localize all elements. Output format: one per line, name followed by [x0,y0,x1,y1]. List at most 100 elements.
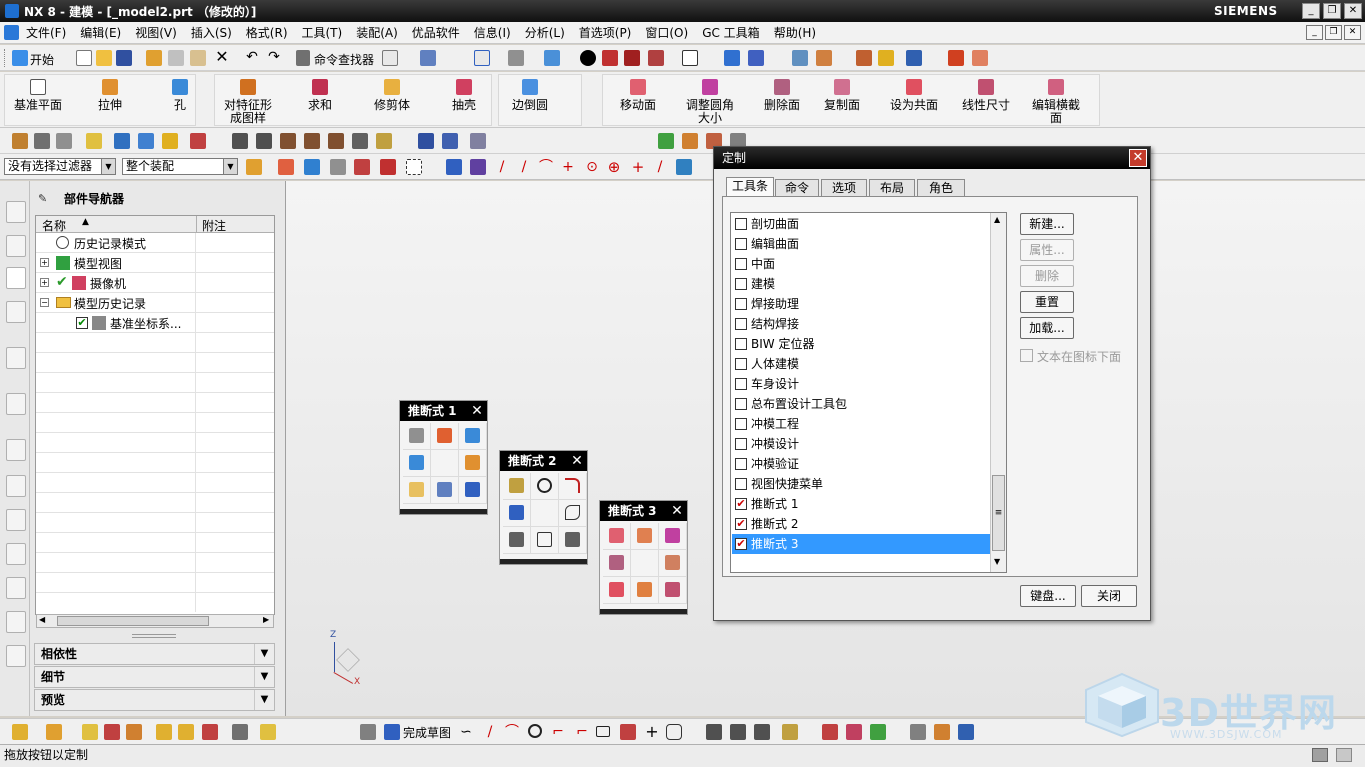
palette-cell[interactable] [603,550,631,577]
column-name[interactable]: 名称 [42,217,66,234]
geometric-constraint-icon[interactable] [846,724,862,740]
palette-cell[interactable] [659,550,687,577]
reposition-icon[interactable] [104,724,120,740]
protractor-icon[interactable] [972,50,988,66]
system-materials-icon[interactable] [6,509,26,531]
copy-face-button[interactable]: 复制面 [820,77,864,112]
link-icon[interactable] [178,724,194,740]
table-row[interactable] [36,253,274,273]
select-all-icon[interactable] [330,159,346,175]
dialog-title[interactable]: 定制 [714,147,1150,169]
list-item[interactable]: 人体建模 [732,354,990,374]
check-tool-icon[interactable] [658,133,674,149]
polygon-icon[interactable] [620,724,636,740]
filter-icon[interactable] [470,133,486,149]
expand-icon[interactable]: + [40,278,49,287]
palette-cell[interactable] [631,577,659,604]
list-item[interactable]: 剖切曲面 [732,214,990,234]
chamfer-icon[interactable]: ⌐ [574,724,590,740]
toolbar-checkbox[interactable] [735,438,747,450]
edit-cross-section-button[interactable]: 编辑横截面 [1030,77,1082,125]
status-icon-1[interactable] [1312,748,1328,762]
feature-filter-icon[interactable] [278,159,294,175]
minimize-button[interactable]: _ [1302,3,1320,19]
tree-item-cameras[interactable]: 摄像机 [90,275,126,292]
scroll-right-icon[interactable]: ▶ [263,615,269,624]
shell-button[interactable]: 抽壳 [446,77,482,112]
toolbar-checkbox[interactable]: ✔ [735,498,747,510]
palette-2[interactable]: 推断式 2 ✕ [499,450,588,565]
menu-insert[interactable]: 插入(S) [184,24,239,41]
toolbar-checkbox[interactable] [735,478,747,490]
reuse-library-icon[interactable] [6,301,26,323]
toolbar-checkbox[interactable] [735,238,747,250]
new-toolbar-button[interactable]: 新建... [1020,213,1074,235]
dimension-icon[interactable] [822,724,838,740]
close-button[interactable]: 关闭 [1081,585,1137,607]
tab-commands[interactable]: 命令 [775,179,819,197]
quick-trim-icon[interactable] [706,724,722,740]
selection-scope-select[interactable]: 整个装配 ▼ [122,158,238,175]
menu-tools[interactable]: 工具(T) [295,24,350,41]
table-row[interactable] [36,233,274,253]
render-style-icon[interactable] [580,50,596,66]
palette-cell[interactable] [559,473,587,500]
toolbar-checkbox[interactable] [735,378,747,390]
toolbar-checkbox[interactable] [735,458,747,470]
palette-cell[interactable] [459,423,487,450]
list-item[interactable]: 总布置设计工具包 [732,394,990,414]
delete-face-button[interactable]: 删除面 [760,77,804,112]
close-icon[interactable]: ✕ [469,403,485,419]
start-label[interactable]: 开始 [30,51,54,68]
list-item[interactable]: 中面 [732,254,990,274]
roles-icon[interactable] [6,611,26,633]
toolbar-checkbox[interactable] [735,218,747,230]
hole-button[interactable]: 孔 [168,77,192,112]
unit-icon[interactable] [138,133,154,149]
auto-constrain-icon[interactable] [870,724,886,740]
palette-cell[interactable] [503,527,531,554]
unite-button[interactable]: 求和 [302,77,338,112]
move-face-button[interactable]: 移动面 [616,77,660,112]
curve-tool-2-icon[interactable] [256,133,272,149]
drawing-icon[interactable] [260,724,276,740]
menu-analysis[interactable]: 分析(L) [518,24,572,41]
list-item[interactable]: 编辑曲面 [732,234,990,254]
selection-filter-select[interactable]: 没有选择过滤器 ▼ [4,158,116,175]
snap-arc-icon[interactable]: / [516,159,532,175]
close-icon[interactable]: ✕ [569,453,585,469]
pattern-feature-button[interactable]: 对特征形成图样 [220,77,276,125]
datum-plane-button[interactable]: 基准平面 [10,77,66,112]
wave-icon[interactable] [156,724,172,740]
nx-app-icon[interactable] [5,4,19,18]
visibility-checkbox[interactable]: ✔ [76,317,88,329]
group-icon[interactable] [190,133,206,149]
cut-icon[interactable] [146,50,162,66]
keyboard-button[interactable]: 键盘... [1020,585,1076,607]
pen-icon[interactable] [442,133,458,149]
curve-tool-3-icon[interactable] [280,133,296,149]
snap-on-curve-icon[interactable]: / [652,159,668,175]
fit-view-icon[interactable] [474,50,490,66]
save-icon[interactable] [116,50,132,66]
part-navigator-icon[interactable] [6,267,26,289]
navigator-hscrollbar[interactable]: ◀ ▶ [36,614,274,628]
sequence-icon[interactable] [202,724,218,740]
menu-gc-toolbox[interactable]: GC 工具箱 [695,24,767,41]
list-item[interactable]: 车身设计 [732,374,990,394]
snap-mid-icon[interactable] [470,159,486,175]
toolbar-checkbox[interactable]: ✔ [735,518,747,530]
list-item[interactable]: BIW 定位器 [732,334,990,354]
analysis-icon[interactable] [856,50,872,66]
finish-sketch-label[interactable]: 完成草图 [403,724,451,741]
vscroll-thumb[interactable]: ≡ [992,475,1005,551]
wcs-icon[interactable] [724,50,740,66]
close-window-button[interactable]: ✕ [1344,3,1362,19]
doc-close-button[interactable]: ✕ [1344,25,1361,40]
web-browser-icon[interactable] [6,347,26,369]
menu-assembly[interactable]: 装配(A) [349,24,405,41]
mate-icon[interactable] [82,724,98,740]
menu-info[interactable]: 信息(I) [467,24,518,41]
close-icon[interactable]: ✕ [1129,149,1147,167]
measure-icon[interactable] [816,50,832,66]
